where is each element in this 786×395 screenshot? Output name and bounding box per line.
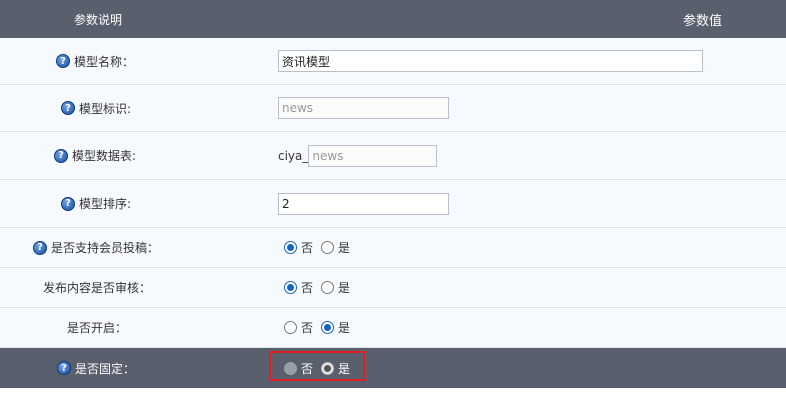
label-fixed: ? 是否固定： [57,360,135,377]
help-icon[interactable]: ? [54,148,68,163]
header-param-value: 参数值 [683,13,723,29]
row-model-name: ? 模型名称： [0,38,786,85]
review-yes-radio[interactable] [321,281,335,294]
row-review: 发布内容是否审核： 否 是 [0,268,786,308]
row-member-submit: ? 是否支持会员投稿： 否 是 [0,228,786,268]
member-submit-yes-radio[interactable] [321,241,335,254]
review-no-radio[interactable] [284,281,297,294]
member-submit-no-radio[interactable] [284,241,297,254]
value-model-table: ciya_ [278,144,438,167]
table-prefix: ciya_ [278,148,309,163]
row-model-order: ? 模型排序: [0,180,786,228]
row-model-id: ? 模型标识: [0,85,786,132]
table-header: 参数说明 参数值 [0,0,786,38]
header-param-desc: 参数说明 [74,12,123,27]
fixed-yes-radio[interactable] [321,361,335,375]
model-name-input[interactable] [278,50,703,72]
enabled-yes-radio[interactable] [321,321,335,334]
help-icon[interactable]: ? [61,101,75,115]
help-icon[interactable]: ? [56,54,70,68]
value-review: 否 是 [284,279,354,296]
label-model-id: ? 模型标识: [61,100,131,117]
value-enabled: 否 是 [284,319,354,336]
help-icon[interactable]: ? [57,361,71,375]
value-fixed: 否 是 [284,360,354,377]
label-model-order: ? 模型排序: [61,195,131,212]
label-model-table: ? 模型数据表: [54,147,136,164]
row-model-table: ? 模型数据表: ciya_ [0,132,786,180]
label-model-name: ? 模型名称： [56,53,134,70]
row-fixed: ? 是否固定： 否 是 [0,348,786,388]
params-table: 参数说明 参数值 ? 模型名称： ? 模型标识: ? 模型数据表: ciya_ [0,0,786,388]
model-id-input[interactable] [278,97,449,119]
label-member-submit: ? 是否支持会员投稿： [33,239,159,256]
value-model-order [278,192,449,215]
value-member-submit: 否 是 [284,239,354,256]
help-icon[interactable]: ? [33,240,47,255]
help-icon[interactable]: ? [61,196,75,211]
value-model-name [278,50,703,72]
model-table-input[interactable] [308,144,438,167]
label-review: 发布内容是否审核： [43,281,152,295]
enabled-no-radio[interactable] [284,321,297,334]
value-model-id [278,97,449,119]
row-enabled: 是否开启： 否 是 [0,308,786,348]
model-order-input[interactable] [278,192,449,215]
fixed-no-radio[interactable] [284,361,297,375]
label-enabled: 是否开启： [67,321,128,335]
